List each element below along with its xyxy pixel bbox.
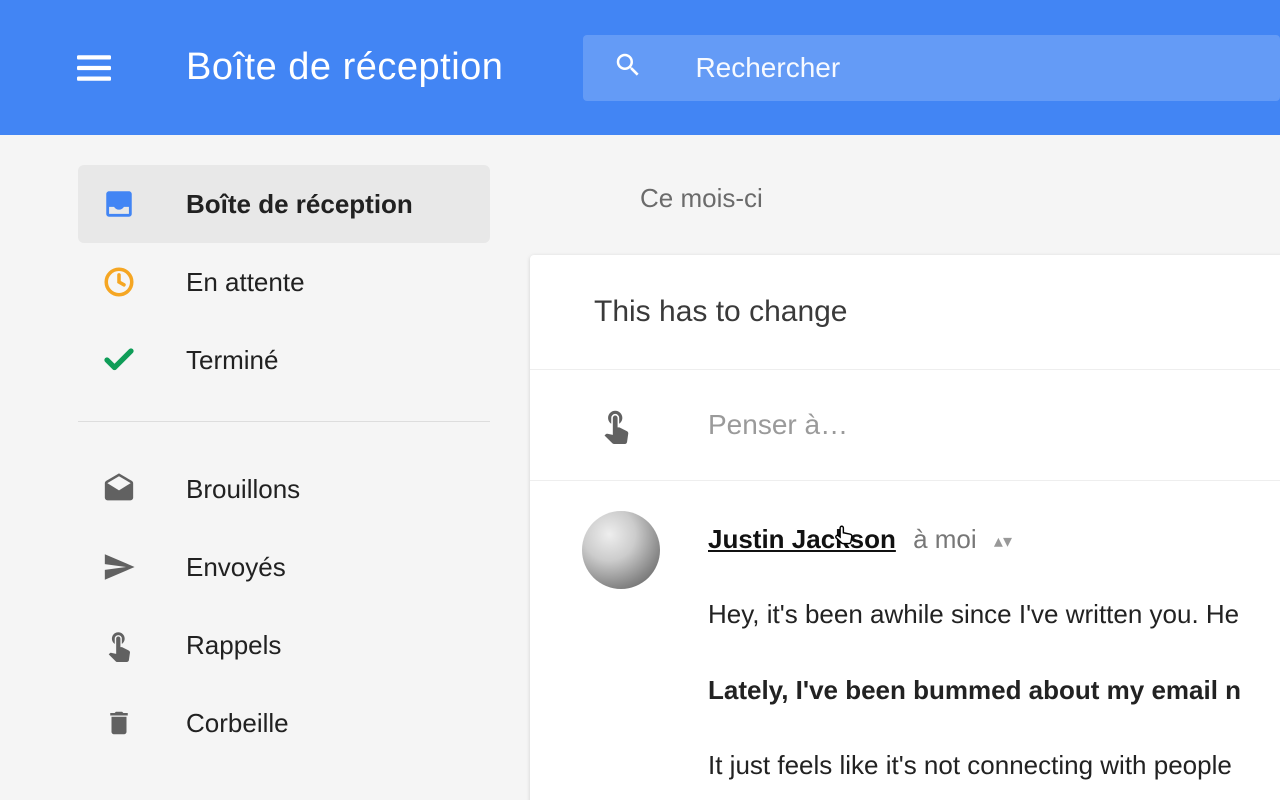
sender-avatar[interactable] xyxy=(582,511,660,589)
app-header: Boîte de réception xyxy=(0,0,1280,135)
sidebar-item-label: En attente xyxy=(186,267,305,298)
sidebar-item-label: Terminé xyxy=(186,345,278,376)
message-from-line[interactable]: Justin Jackson à moi ▴▾ xyxy=(708,515,1280,564)
main-pane: Ce mois-ci This has to change Penser à… … xyxy=(530,135,1280,800)
sidebar-item-inbox[interactable]: Boîte de réception xyxy=(78,165,490,243)
page-title: Boîte de réception xyxy=(186,46,503,89)
sidebar-item-done[interactable]: Terminé xyxy=(78,321,490,399)
menu-button[interactable] xyxy=(74,48,114,88)
touch-icon xyxy=(594,404,638,446)
sidebar-item-label: Brouillons xyxy=(186,474,300,505)
reminder-row[interactable]: Penser à… xyxy=(530,370,1280,481)
sidebar-item-label: Envoyés xyxy=(186,552,286,583)
touch-icon xyxy=(100,626,138,664)
sidebar-item-snoozed[interactable]: En attente xyxy=(78,243,490,321)
trash-icon xyxy=(100,704,138,742)
sidebar-item-sent[interactable]: Envoyés xyxy=(78,528,490,606)
search-input[interactable] xyxy=(695,52,1250,84)
sidebar-item-label: Rappels xyxy=(186,630,281,661)
sidebar-item-label: Corbeille xyxy=(186,708,289,739)
sidebar-item-reminders[interactable]: Rappels xyxy=(78,606,490,684)
clock-icon xyxy=(100,263,138,301)
message-body-line: Lately, I've been bummed about my email … xyxy=(708,666,1280,715)
recipient-dropdown-icon[interactable]: ▴▾ xyxy=(994,531,1012,551)
search-icon xyxy=(613,50,643,85)
sidebar-item-trash[interactable]: Corbeille xyxy=(78,684,490,762)
sender-name[interactable]: Justin Jackson xyxy=(708,524,896,554)
hamburger-icon xyxy=(77,55,111,81)
sidebar: Boîte de réception En attente Terminé xyxy=(0,135,530,800)
inbox-icon xyxy=(100,185,138,223)
sidebar-item-label: Boîte de réception xyxy=(186,189,413,220)
section-header: Ce mois-ci xyxy=(530,135,1280,214)
check-icon xyxy=(100,341,138,379)
sidebar-item-drafts[interactable]: Brouillons xyxy=(78,450,490,528)
message-subject: This has to change xyxy=(530,255,1280,370)
send-icon xyxy=(100,548,138,586)
search-box[interactable] xyxy=(583,35,1280,101)
message-body: Justin Jackson à moi ▴▾ Hey, it's been a… xyxy=(530,481,1280,800)
draft-icon xyxy=(100,470,138,508)
message-body-line: Hey, it's been awhile since I've written… xyxy=(708,590,1280,639)
recipient-text: à moi xyxy=(913,524,977,554)
message-body-line: It just feels like it's not connecting w… xyxy=(708,741,1280,790)
reminder-placeholder: Penser à… xyxy=(708,409,848,441)
sidebar-divider xyxy=(78,421,490,422)
message-card: This has to change Penser à… Justin Jack… xyxy=(530,255,1280,800)
